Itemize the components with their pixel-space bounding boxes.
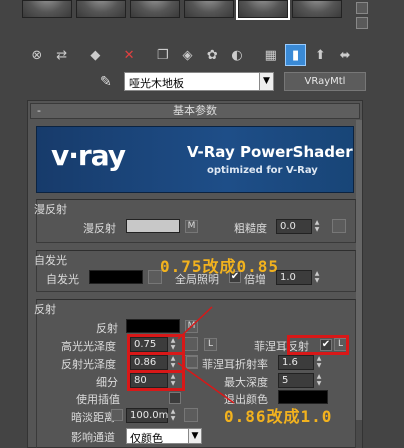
- material-sample-slots: [22, 0, 342, 20]
- toolbar-separator: [251, 44, 257, 66]
- put-to-scene-icon[interactable]: ⇄: [51, 44, 73, 66]
- sample-slot[interactable]: [184, 0, 234, 18]
- put-to-library-icon[interactable]: ✿: [201, 44, 223, 66]
- make-copy-icon[interactable]: ❐: [152, 44, 174, 66]
- toolbar-separator: [143, 44, 149, 66]
- sample-slot[interactable]: [292, 0, 342, 18]
- sample-slot[interactable]: [22, 0, 72, 18]
- go-to-parent-icon[interactable]: ⬆: [309, 44, 331, 66]
- show-map-in-viewport-icon[interactable]: ▦: [260, 44, 282, 66]
- eyedropper-icon[interactable]: ✎: [100, 74, 112, 90]
- side-toolbar: [356, 2, 372, 32]
- material-name-dropdown[interactable]: 哑光木地板 ▼: [124, 72, 274, 91]
- sample-slot-selected[interactable]: [236, 0, 290, 20]
- panel-scrollbar[interactable]: [356, 120, 362, 448]
- material-editor-toolbar: ⊗ ⇄ ◆ ✕ ❐ ◈ ✿ ◐ ▦ ▮ ⬆ ⬌: [26, 42, 356, 68]
- annotation-top: 0.75改成0.85: [160, 257, 280, 276]
- reset-map-icon[interactable]: ✕: [118, 44, 140, 66]
- go-forward-sibling-icon[interactable]: ⬌: [334, 44, 356, 66]
- assign-to-selection-icon[interactable]: ◆: [84, 44, 106, 66]
- material-id-icon[interactable]: ◐: [226, 44, 248, 66]
- material-name-text: 哑光木地板: [129, 77, 184, 90]
- material-name-row: ✎ 哑光木地板 ▼ VRayMtl: [100, 72, 390, 92]
- sample-slot[interactable]: [130, 0, 180, 18]
- make-unique-icon[interactable]: ◈: [177, 44, 199, 66]
- parameters-panel: - 基本参数 v·ray V-Ray PowerShader optimized…: [27, 100, 363, 448]
- get-material-icon[interactable]: ⊗: [26, 44, 48, 66]
- material-type-button[interactable]: VRayMtl: [284, 72, 366, 91]
- scrollbar-thumb[interactable]: [356, 120, 362, 420]
- sample-type-icon[interactable]: [356, 2, 368, 14]
- toolbar-separator: [76, 44, 82, 66]
- chevron-down-icon[interactable]: ▼: [259, 73, 273, 90]
- sample-slot[interactable]: [76, 0, 126, 18]
- show-end-result-icon[interactable]: ▮: [284, 44, 307, 66]
- toolbar-separator: [109, 44, 115, 66]
- annotation-bottom: 0.86改成1.0: [224, 407, 333, 426]
- backlight-icon[interactable]: [356, 17, 368, 29]
